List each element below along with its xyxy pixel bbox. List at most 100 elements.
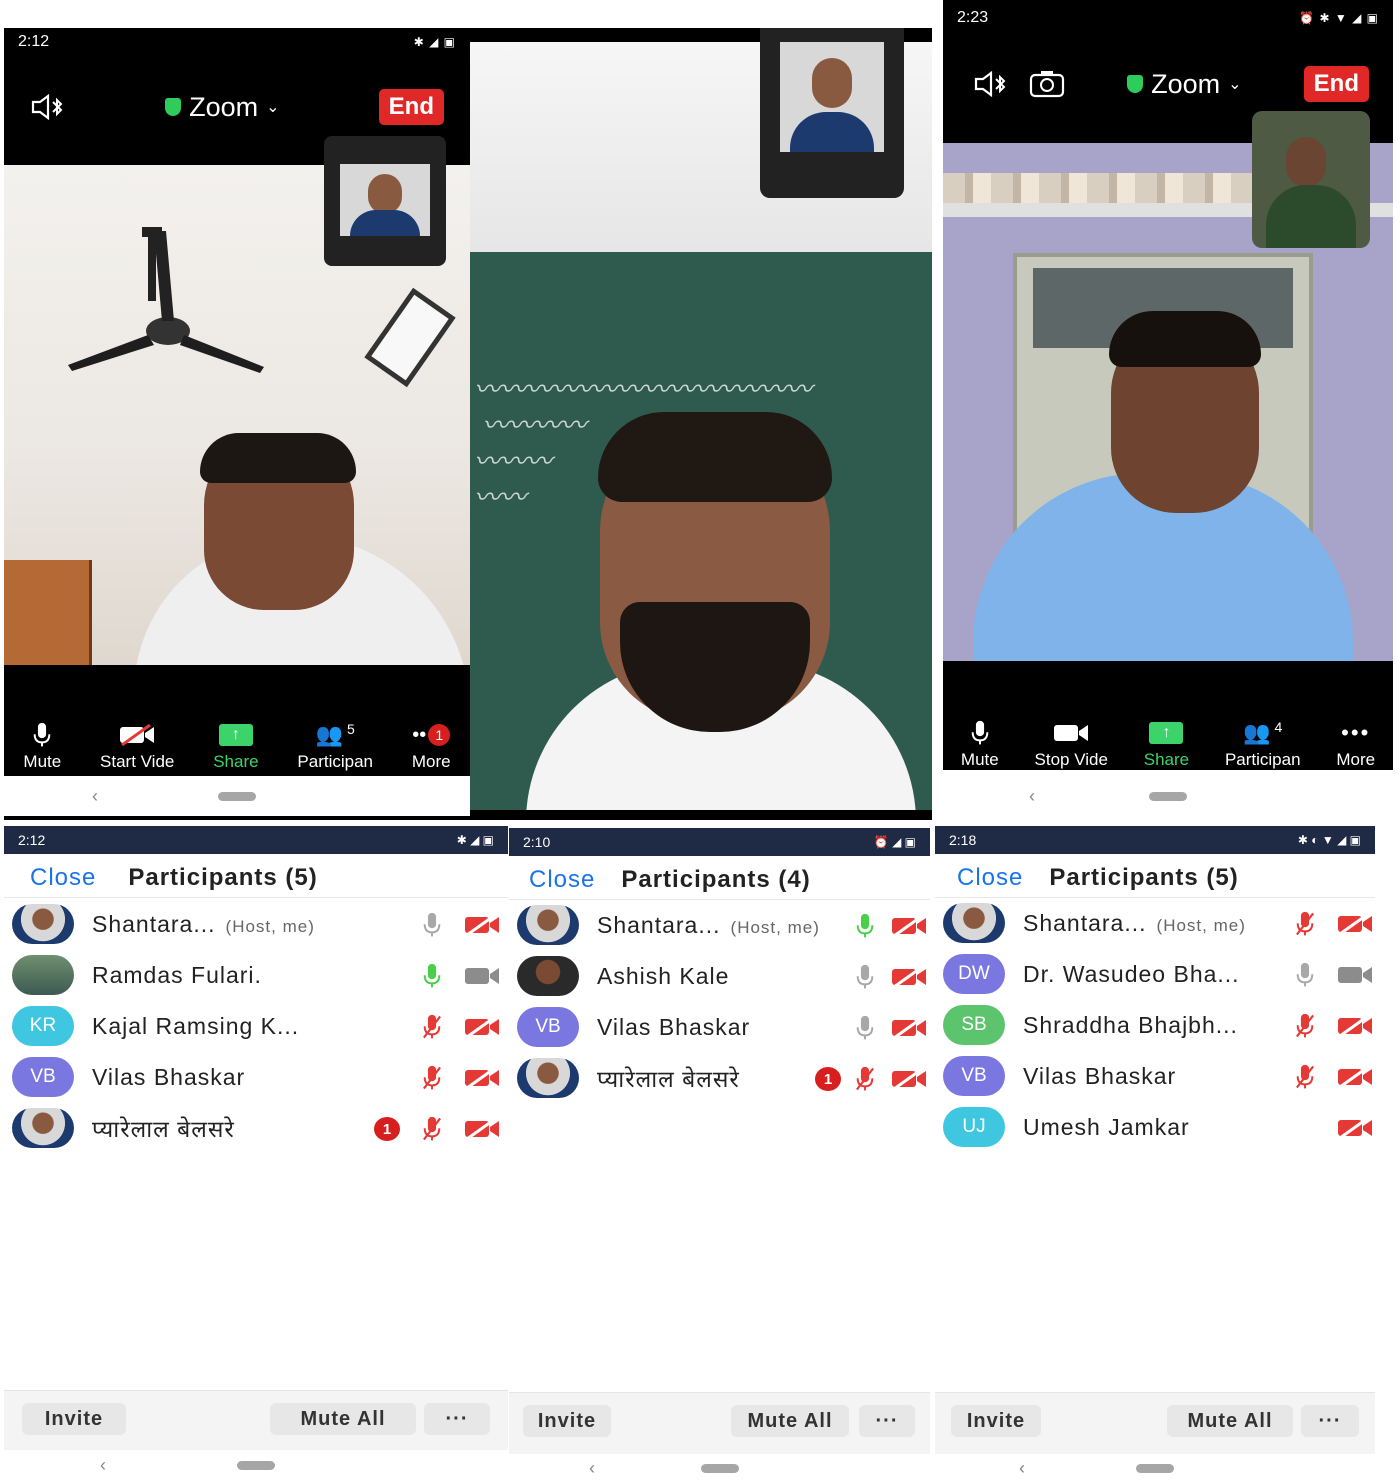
video-off-icon[interactable] (1337, 1117, 1373, 1139)
mic-icon[interactable] (422, 963, 442, 989)
video-off-icon[interactable] (891, 966, 927, 988)
participant-row[interactable]: DW Dr. Wasudeo Bha... (935, 949, 1375, 999)
share-button[interactable]: ↑ Share (213, 722, 259, 772)
video-off-icon[interactable] (1337, 913, 1373, 935)
chat-badge: 1 (374, 1117, 400, 1141)
participants-button[interactable]: 👥 5 Participan (297, 722, 373, 772)
participant-name-text: Shantara... (597, 911, 721, 938)
home-pill[interactable] (700, 1463, 739, 1473)
home-pill[interactable] (237, 1460, 275, 1470)
video-off-icon[interactable] (1337, 1015, 1373, 1037)
video-off-icon[interactable] (464, 1118, 500, 1140)
status-icons: ⏰ ✱ ▼ ◢ ▣ (1299, 11, 1379, 25)
switch-camera-icon[interactable] (1029, 70, 1065, 98)
nav-bar: ‹ (509, 1454, 930, 1482)
participant-row[interactable]: Shantara... (Host, me) (935, 898, 1375, 948)
participant-row[interactable]: Shantara... (Host, me) (4, 899, 508, 949)
close-button[interactable]: Close (30, 864, 96, 892)
mic-muted-icon[interactable] (422, 1116, 442, 1142)
mic-muted-icon[interactable] (855, 1066, 875, 1092)
participant-row[interactable]: Ashish Kale (509, 951, 930, 1001)
close-button[interactable]: Close (957, 864, 1023, 892)
participant-row[interactable]: UJ Umesh Jamkar (935, 1102, 1375, 1152)
home-pill[interactable] (1149, 791, 1187, 801)
participant-row[interactable]: Shantara... (Host, me) (509, 900, 930, 950)
video-off-icon[interactable] (891, 1068, 927, 1090)
participant-row[interactable]: प्यारेलाल बेलसरे 1 (4, 1103, 508, 1153)
more-button[interactable]: ••• More (1336, 720, 1375, 770)
mic-icon[interactable] (1295, 962, 1315, 988)
mic-icon[interactable] (855, 964, 875, 990)
self-view[interactable] (760, 28, 904, 198)
back-icon[interactable]: ‹ (1019, 1458, 1025, 1479)
back-icon[interactable]: ‹ (100, 1455, 106, 1476)
video-off-icon[interactable] (891, 915, 927, 937)
share-button[interactable]: ↑ Share (1144, 720, 1189, 770)
status-time: 2:18 (949, 832, 977, 848)
mute-button[interactable]: Mute (23, 722, 61, 772)
participant-row[interactable]: VB Vilas Bhaskar (935, 1051, 1375, 1101)
self-view[interactable] (1252, 111, 1370, 248)
mic-muted-icon[interactable] (422, 1065, 442, 1091)
avatar (12, 1108, 74, 1148)
call-header: Zoom ⌄ End (4, 86, 470, 128)
video-off-icon[interactable] (891, 1017, 927, 1039)
participant-row[interactable]: VB Vilas Bhaskar (509, 1002, 930, 1052)
start-video-button[interactable]: Start Vide (100, 722, 174, 772)
video-icon[interactable] (464, 965, 500, 987)
video-icon[interactable] (1337, 964, 1373, 986)
participant-name-text: प्यारेलाल बेलसरे (597, 1066, 740, 1092)
self-view[interactable] (324, 136, 446, 266)
back-icon[interactable]: ‹ (1029, 786, 1035, 807)
end-button[interactable]: End (378, 89, 444, 125)
back-icon[interactable]: ‹ (92, 786, 98, 807)
invite-button[interactable]: Invite (22, 1403, 126, 1435)
mute-button[interactable]: Mute (961, 720, 999, 770)
participant-row[interactable]: KR Kajal Ramsing K... (4, 1001, 508, 1051)
share-icon: ↑ (218, 724, 253, 746)
mute-all-button[interactable]: Mute All (731, 1405, 849, 1437)
mute-all-button[interactable]: Mute All (270, 1403, 416, 1435)
more-options-button[interactable]: ··· (424, 1403, 490, 1435)
invite-button[interactable]: Invite (523, 1405, 611, 1437)
participants-button[interactable]: 👥 4 Participan (1225, 720, 1301, 770)
mic-muted-icon[interactable] (1295, 1064, 1315, 1090)
meeting-title[interactable]: Zoom ⌄ (1127, 69, 1242, 100)
participant-row[interactable]: SB Shraddha Bhajbh... (935, 1000, 1375, 1050)
stop-video-button[interactable]: Stop Vide (1035, 720, 1108, 770)
back-icon[interactable]: ‹ (589, 1458, 595, 1479)
participant-name: Shantara... (Host, me) (92, 911, 315, 938)
speaker-icon[interactable] (30, 94, 66, 120)
participant-row[interactable]: प्यारेलाल बेलसरे 1 (509, 1053, 930, 1103)
mic-muted-icon[interactable] (1295, 1013, 1315, 1039)
home-pill[interactable] (218, 791, 256, 801)
mic-icon (970, 720, 990, 746)
mic-icon[interactable] (855, 913, 875, 939)
more-options-button[interactable]: ··· (859, 1405, 915, 1437)
participant-name-text: Vilas Bhaskar (1023, 1062, 1177, 1089)
close-button[interactable]: Close (529, 866, 595, 894)
participant-row[interactable]: VB Vilas Bhaskar (4, 1052, 508, 1102)
mic-icon[interactable] (855, 1015, 875, 1041)
mic-muted-icon[interactable] (1295, 911, 1315, 937)
video-off-icon[interactable] (464, 914, 500, 936)
meeting-title[interactable]: Zoom ⌄ (165, 92, 280, 123)
end-button[interactable]: End (1303, 66, 1369, 102)
participant-name-text: Ashish Kale (597, 962, 730, 989)
invite-button[interactable]: Invite (951, 1405, 1041, 1437)
more-button[interactable]: •• 1 More (412, 722, 451, 772)
mic-icon[interactable] (422, 912, 442, 938)
speaker-icon[interactable] (973, 71, 1009, 97)
status-bar: 2:12 ✱ ◢ ▣ (4, 28, 470, 56)
door (4, 560, 92, 665)
participants-header: Close Participants (4) (509, 860, 930, 900)
mic-muted-icon[interactable] (422, 1014, 442, 1040)
video-off-icon[interactable] (464, 1016, 500, 1038)
video-off-icon[interactable] (1337, 1066, 1373, 1088)
participant-row[interactable]: Ramdas Fulari. (4, 950, 508, 1000)
participant-name-text: Umesh Jamkar (1023, 1113, 1190, 1140)
more-options-button[interactable]: ··· (1301, 1405, 1359, 1437)
home-pill[interactable] (1136, 1463, 1174, 1473)
video-off-icon[interactable] (464, 1067, 500, 1089)
mute-all-button[interactable]: Mute All (1167, 1405, 1293, 1437)
